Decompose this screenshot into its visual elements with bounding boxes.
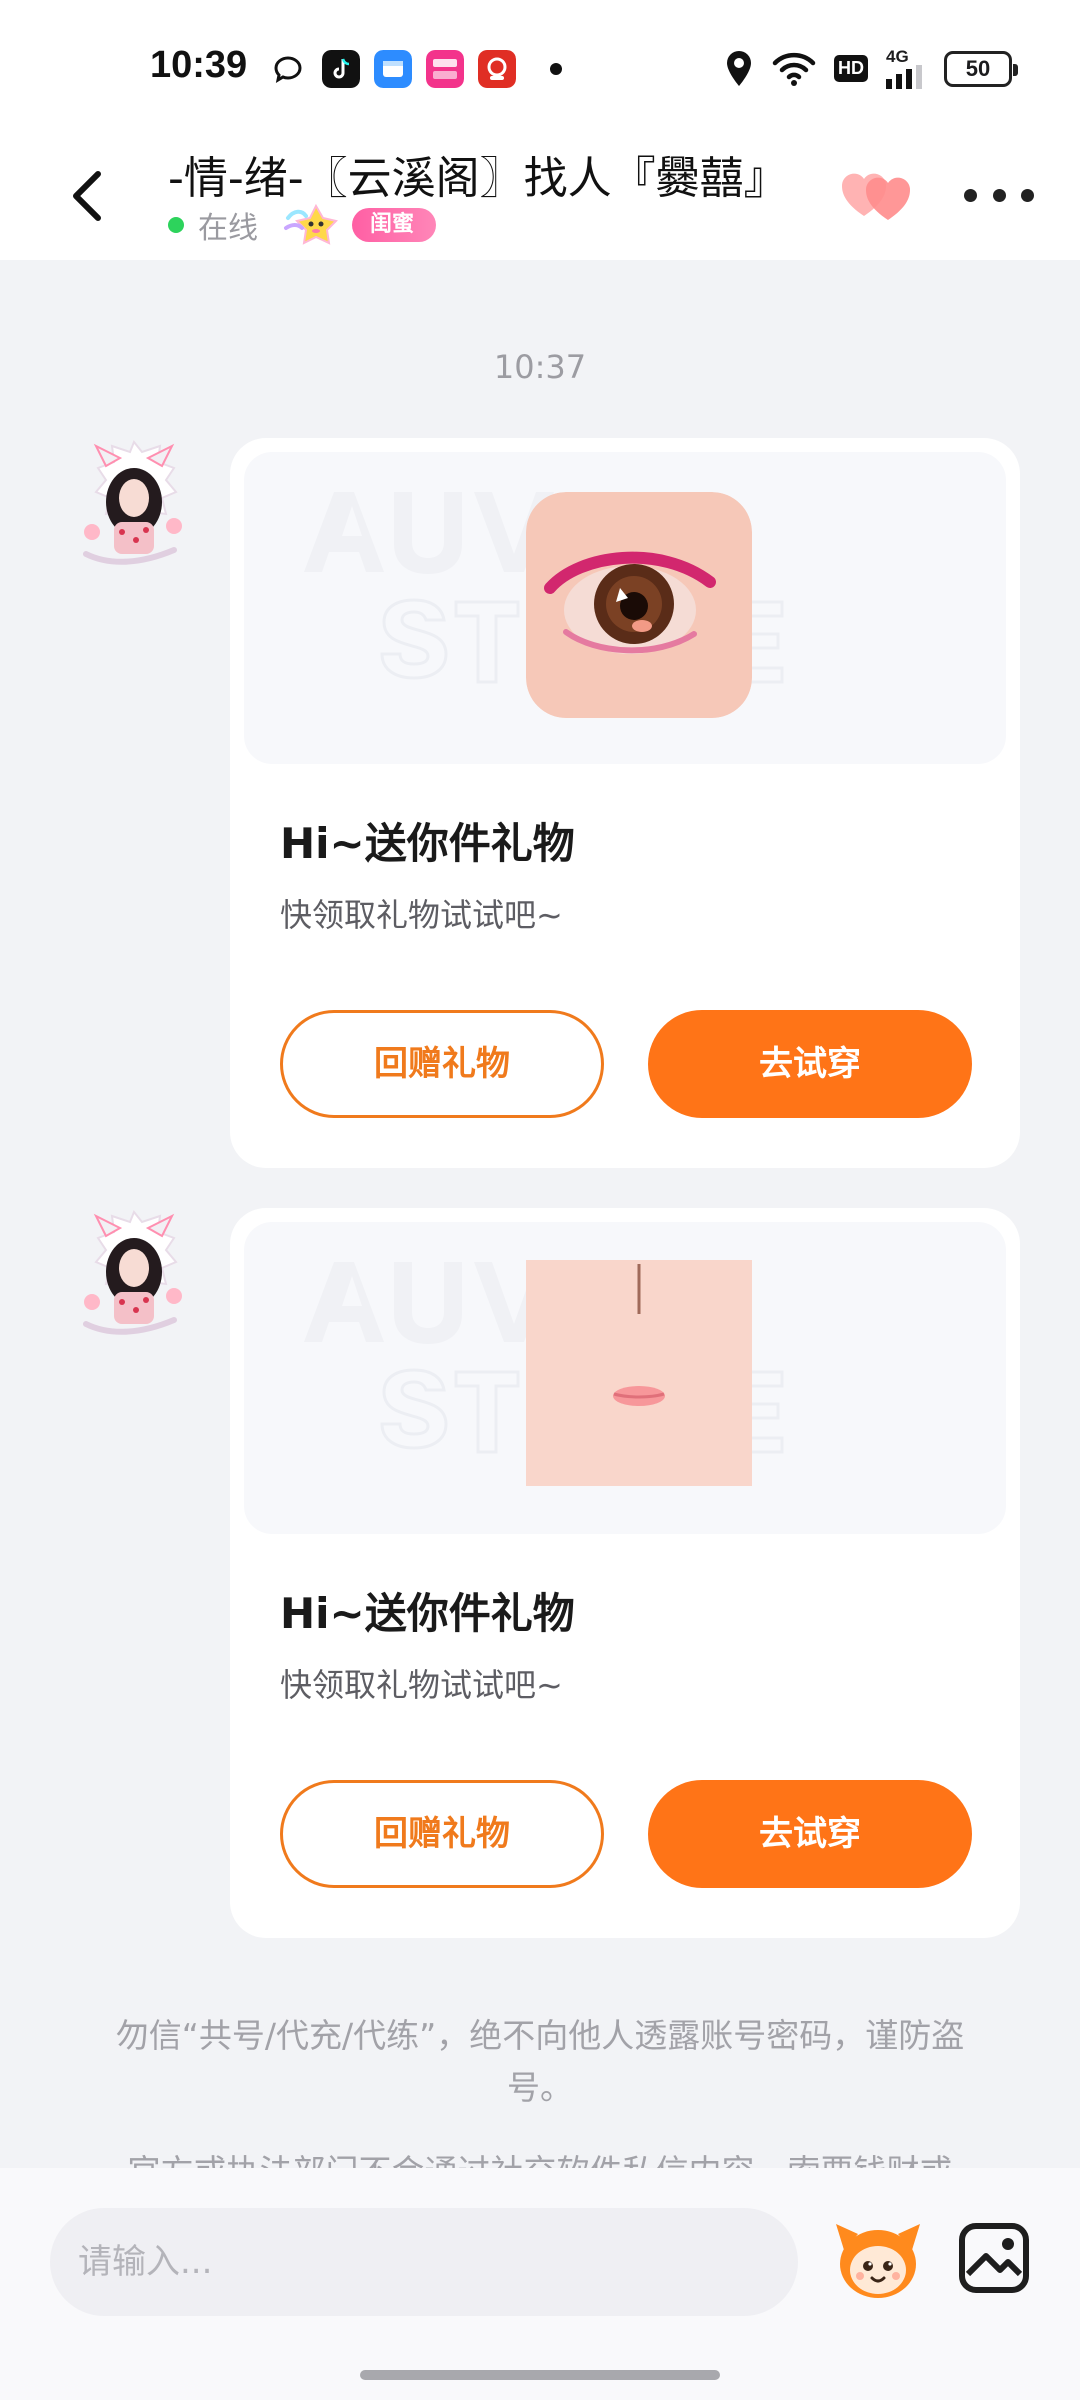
contact-name[interactable]: -情-绪-〖云溪阁〗找人『爨囍』 [168, 142, 828, 206]
sender-avatar[interactable] [62, 1206, 206, 1350]
status-bar: 10:39 HD 4G 50 [0, 0, 1080, 130]
gift-message-card[interactable]: Hi~送你件礼物 快领取礼物试试吧~ 回赠礼物 去试穿 [230, 438, 1020, 1168]
hd-indicator: HD [834, 55, 868, 82]
online-status: 在线 [198, 211, 258, 246]
online-dot [168, 217, 184, 233]
more-dot [964, 188, 977, 202]
eye-makeup-item-thumbnail [526, 492, 752, 718]
back-arrow-icon[interactable] [58, 160, 118, 230]
return-gift-button[interactable]: 回赠礼物 [280, 1010, 604, 1118]
gift-title: Hi~送你件礼物 [280, 819, 575, 868]
signal-icon: 4G [886, 48, 926, 89]
tiktok-icon [322, 50, 360, 88]
status-time: 10:39 [150, 44, 248, 86]
message-input-bar [0, 2168, 1080, 2400]
security-notice: 勿信“共号/代充/代练”，绝不向他人透露账号密码，谨防盗号。 [115, 2016, 965, 2107]
gift-description: 快领取礼物试试吧~ [280, 896, 563, 934]
face-nose-mouth-item-thumbnail [526, 1260, 752, 1486]
chat-bubble-icon [274, 56, 302, 84]
star-character-icon [284, 203, 338, 245]
message-input[interactable] [50, 2208, 798, 2316]
gift-preview [244, 452, 1006, 764]
relation-badge[interactable]: 闺蜜 [282, 202, 437, 248]
home-indicator[interactable] [360, 2370, 720, 2380]
message-timestamp: 10:37 [493, 348, 587, 386]
more-notifications-dot [550, 63, 562, 75]
wifi-icon [772, 52, 816, 86]
chat-header: -情-绪-〖云溪阁〗找人『爨囍』 在线 闺蜜 [0, 130, 1080, 260]
more-dot [1021, 188, 1034, 202]
network-type: 4G [886, 47, 909, 66]
signal-bars-icon [886, 65, 922, 89]
try-on-button[interactable]: 去试穿 [648, 1010, 972, 1118]
battery-indicator: 50 [944, 50, 1018, 87]
image-picker-icon[interactable] [954, 2218, 1034, 2298]
blue-app-icon [374, 50, 412, 88]
try-on-button[interactable]: 去试穿 [648, 1780, 972, 1888]
gift-preview [244, 1222, 1006, 1534]
pinduoduo-icon [478, 50, 516, 88]
mascot-emoji-icon[interactable] [830, 2210, 926, 2306]
vipshop-icon [426, 50, 464, 88]
notification-icons [270, 50, 562, 88]
more-options-button[interactable] [964, 172, 1034, 218]
return-gift-button[interactable]: 回赠礼物 [280, 1780, 604, 1888]
intimacy-hearts-icon[interactable] [838, 160, 918, 230]
sender-avatar[interactable] [62, 436, 206, 580]
gift-message-card[interactable]: Hi~送你件礼物 快领取礼物试试吧~ 回赠礼物 去试穿 [230, 1208, 1020, 1938]
gift-title: Hi~送你件礼物 [280, 1589, 575, 1638]
more-dot [992, 188, 1006, 202]
relation-label: 闺蜜 [352, 208, 437, 242]
system-indicators: HD 4G 50 [724, 48, 1018, 89]
gift-description: 快领取礼物试试吧~ [280, 1666, 563, 1704]
location-icon [727, 50, 751, 86]
contact-status-row: 在线 闺蜜 [168, 202, 437, 248]
